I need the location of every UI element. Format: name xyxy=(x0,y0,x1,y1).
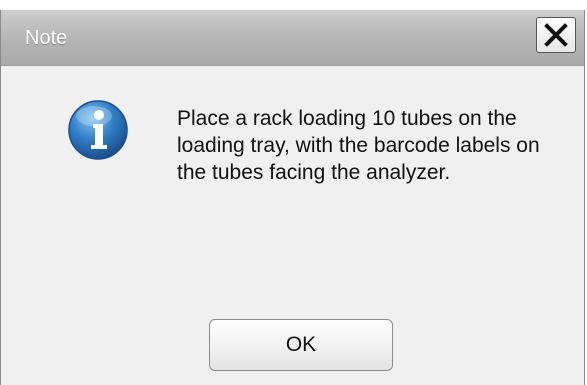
title-bar: Note xyxy=(1,10,584,66)
note-dialog: Note Place a rack loading 10 tubes on th… xyxy=(0,10,585,385)
dialog-content: Place a rack loading 10 tubes on the loa… xyxy=(1,66,584,385)
dialog-title: Note xyxy=(25,27,68,49)
close-button[interactable] xyxy=(536,17,576,53)
info-icon xyxy=(68,100,128,160)
message-text: Place a rack loading 10 tubes on the loa… xyxy=(177,107,540,184)
close-icon xyxy=(544,23,568,47)
ok-button[interactable]: OK xyxy=(209,319,393,371)
